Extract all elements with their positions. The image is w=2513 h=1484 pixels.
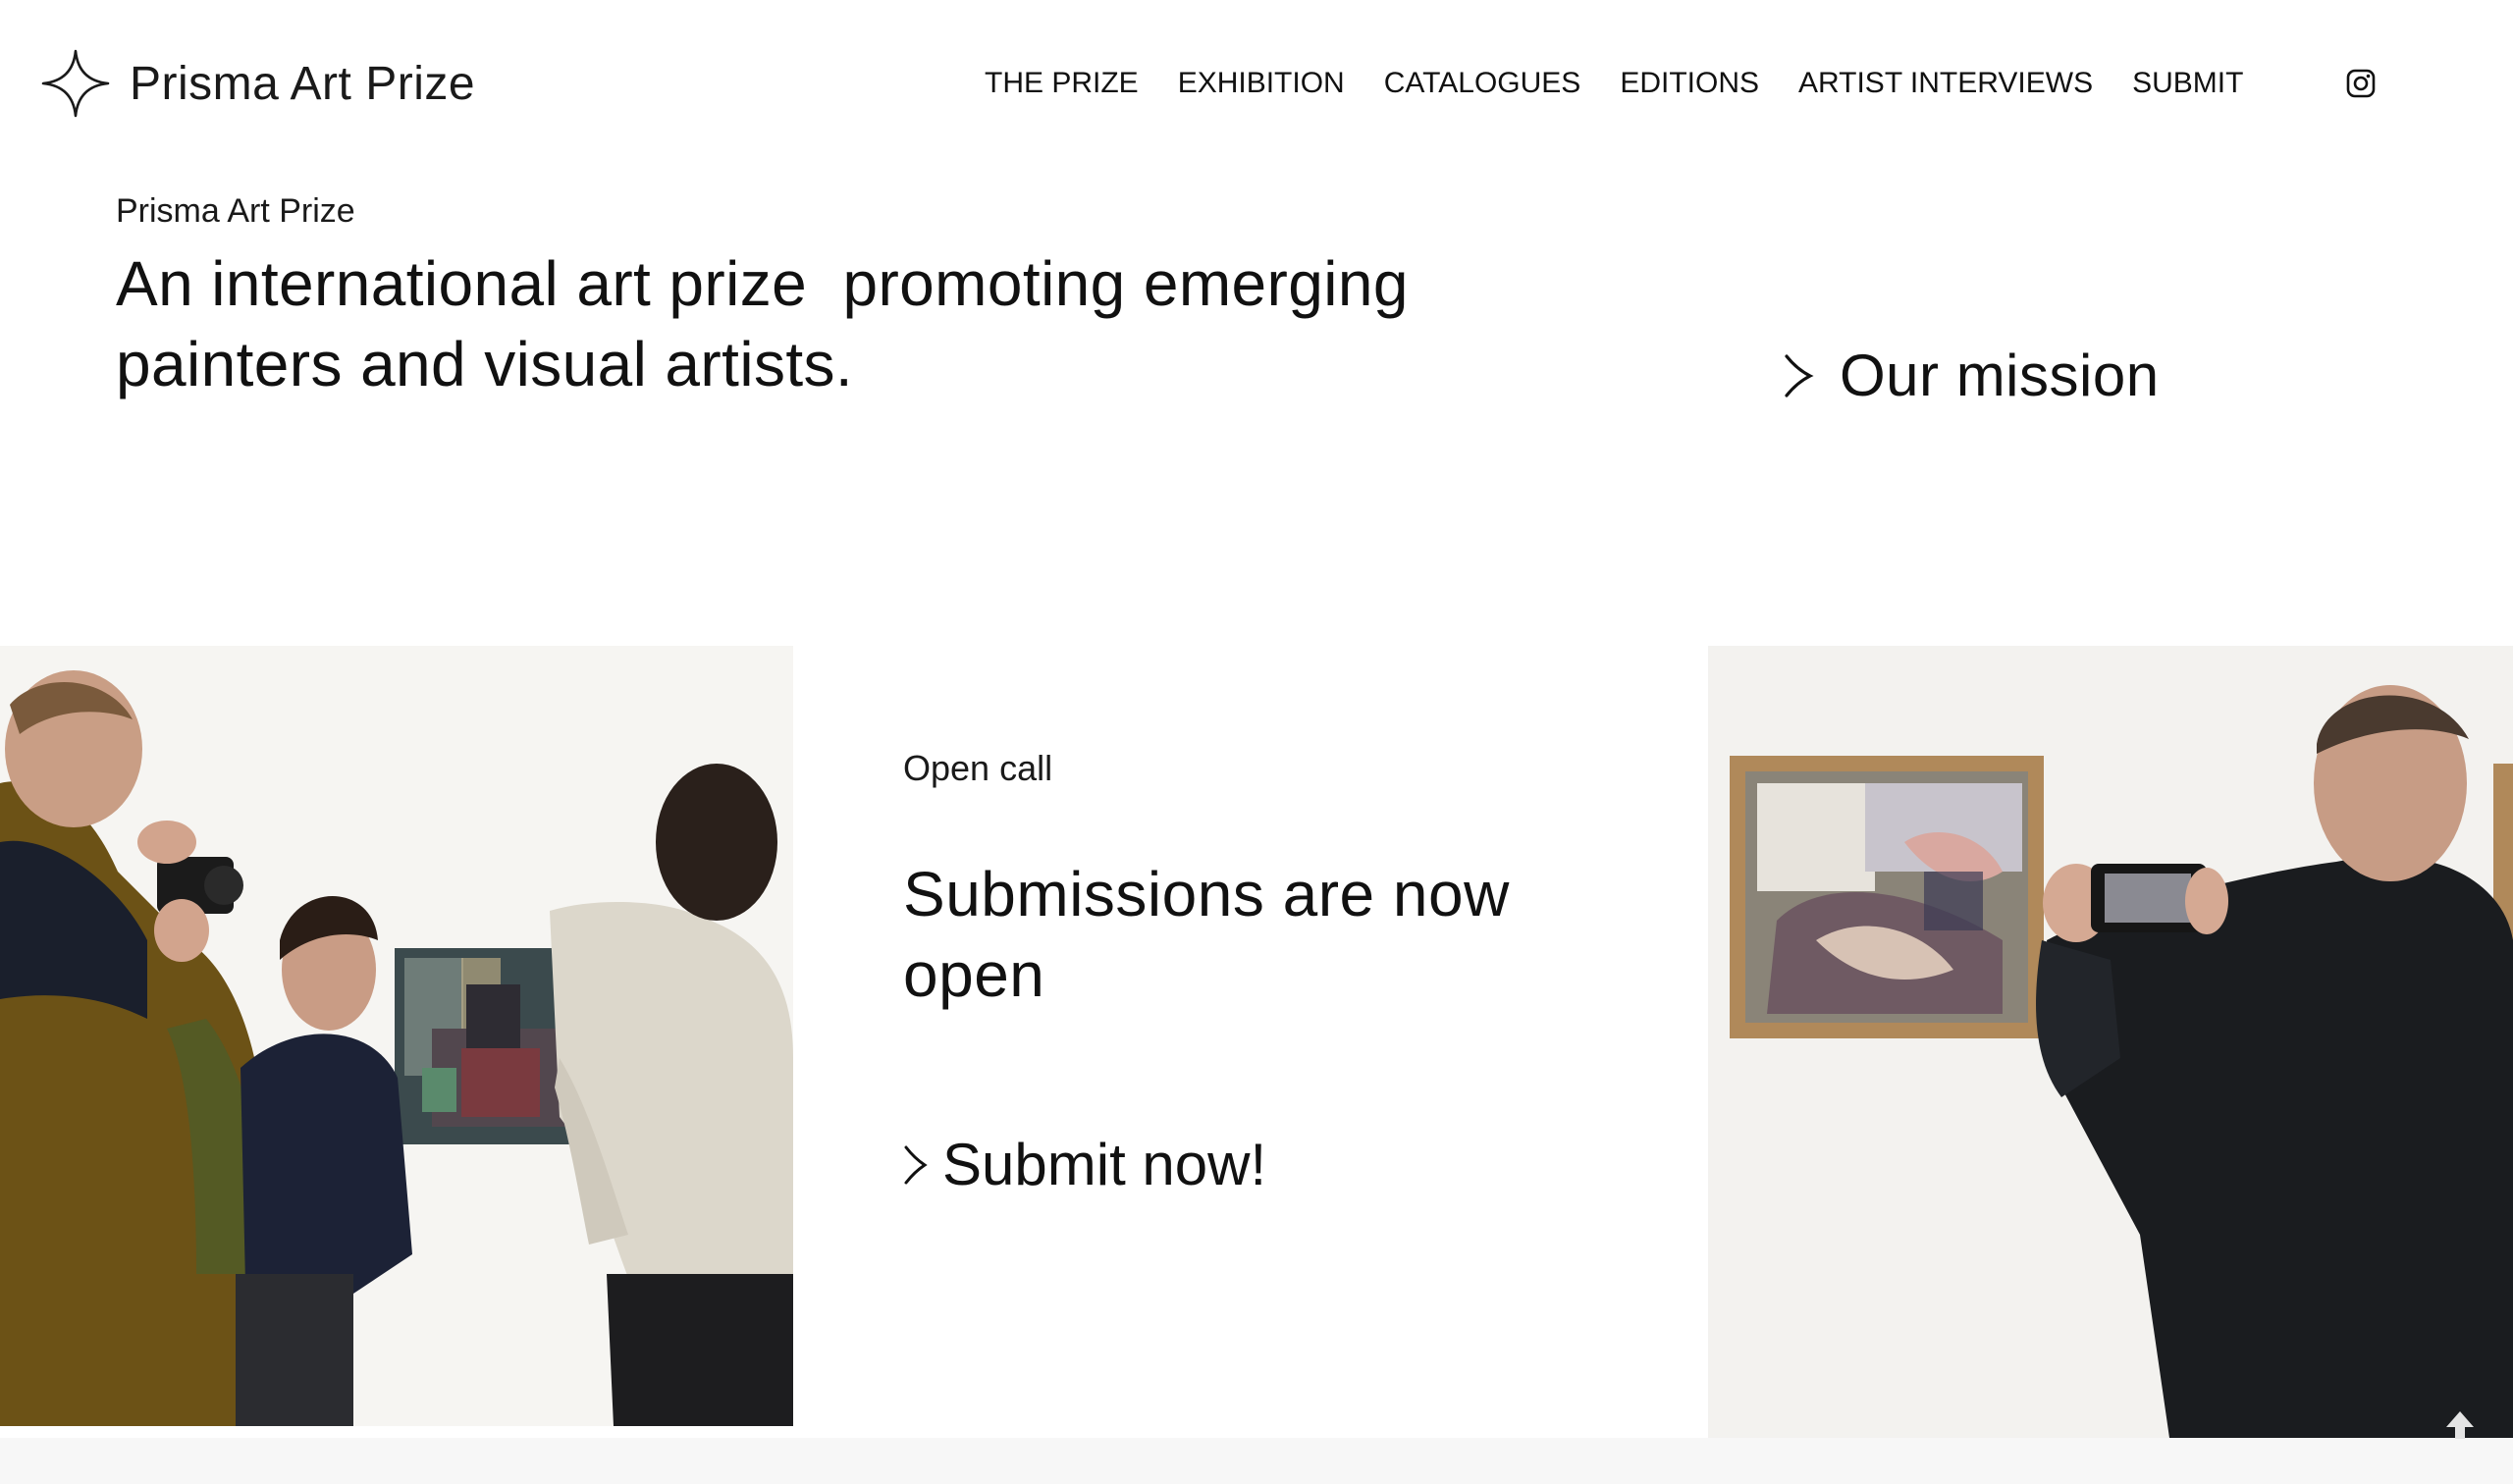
submissions-headline: Submissions are now open: [903, 859, 1510, 1010]
arrow-up-icon[interactable]: [2440, 1405, 2480, 1445]
hero-tagline: An international art prize promoting eme…: [116, 248, 1427, 399]
gallery-photo-left: [0, 646, 793, 1426]
hero-eyebrow: Prisma Art Prize: [116, 192, 355, 230]
nav-item-editions[interactable]: EDITIONS: [1620, 67, 1759, 100]
brand-name: Prisma Art Prize: [130, 57, 476, 110]
nav-item-catalogues[interactable]: CATALOGUES: [1384, 67, 1581, 100]
instagram-icon[interactable]: [2345, 68, 2377, 99]
page: Prisma Art Prize THE PRIZE EXHIBITION CA…: [0, 0, 2513, 1484]
open-call-label: Open call: [903, 748, 1053, 788]
chevron-right-icon: [1781, 352, 1814, 399]
submit-now-label: Submit now!: [942, 1132, 1267, 1197]
footer-band: [0, 1438, 2513, 1484]
our-mission-label: Our mission: [1840, 343, 2160, 408]
site-logo[interactable]: Prisma Art Prize: [41, 49, 475, 118]
chevron-right-icon: [901, 1143, 929, 1187]
main-nav: THE PRIZE EXHIBITION CATALOGUES EDITIONS…: [985, 67, 2243, 100]
nav-item-artist-interviews[interactable]: ARTIST INTERVIEWS: [1798, 67, 2093, 100]
our-mission-link[interactable]: Our mission: [1781, 342, 2160, 409]
nav-item-submit[interactable]: SUBMIT: [2132, 67, 2243, 100]
nav-item-exhibition[interactable]: EXHIBITION: [1178, 67, 1345, 100]
nav-item-the-prize[interactable]: THE PRIZE: [985, 67, 1139, 100]
gallery-photo-right: [1708, 646, 2513, 1438]
four-point-star-icon: [41, 49, 110, 118]
submit-now-link[interactable]: Submit now!: [901, 1131, 1266, 1198]
